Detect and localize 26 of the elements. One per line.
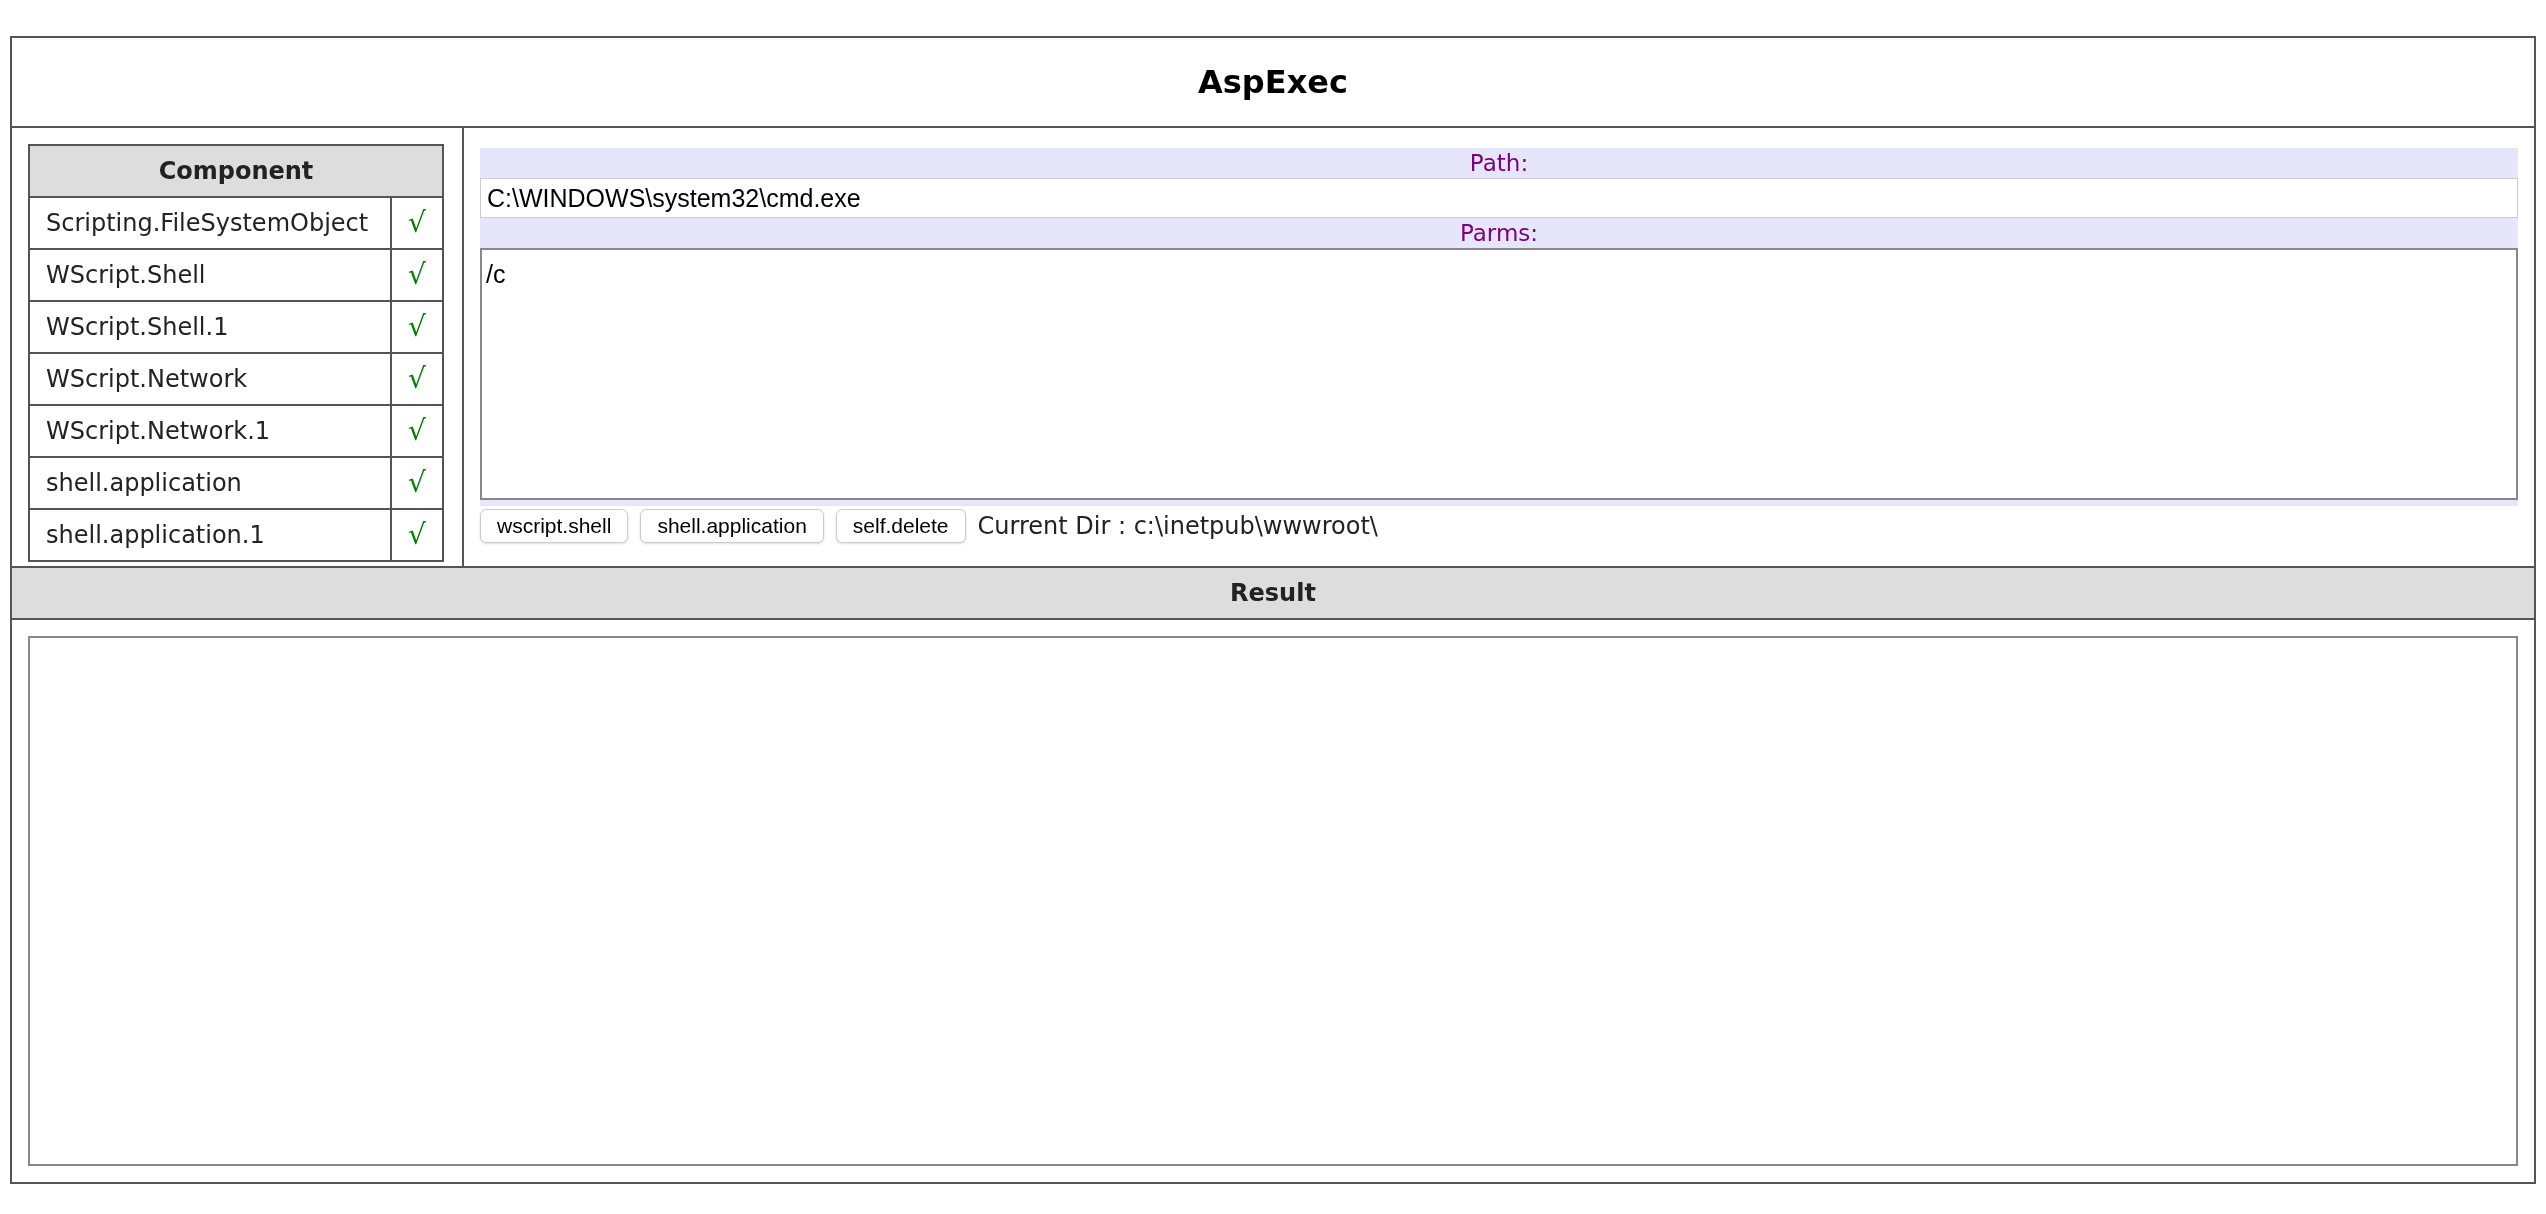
table-cell: WScript.Shell.1 (29, 301, 391, 353)
result-header: Result (12, 568, 2534, 620)
status-cell: √ (391, 509, 443, 561)
table-header: Component (29, 145, 443, 197)
table-cell: WScript.Shell (29, 249, 391, 301)
field-label: Path: (480, 148, 2518, 178)
result-field[interactable] (28, 636, 2518, 1166)
action-button[interactable]: self.delete (835, 509, 966, 543)
parms-field[interactable]: /c (480, 248, 2518, 500)
field-label: Parms: (480, 218, 2518, 248)
status-cell: √ (391, 249, 443, 301)
status-cell: √ (391, 457, 443, 509)
table-cell: shell.application.1 (29, 509, 391, 561)
current-dir-text: Current Dir : c:\inetpub\wwwroot\ (977, 511, 1378, 542)
table-cell: WScript.Network.1 (29, 405, 391, 457)
action-button[interactable]: shell.application (640, 509, 824, 543)
path-field[interactable]: C:\WINDOWS\system32\cmd.exe (480, 178, 2518, 218)
status-cell: √ (391, 197, 443, 249)
page-title: AspExec (1198, 62, 1348, 103)
table-cell: WScript.Network (29, 353, 391, 405)
table-cell: Scripting.FileSystemObject (29, 197, 391, 249)
status-cell: √ (391, 405, 443, 457)
status-cell: √ (391, 353, 443, 405)
status-cell: √ (391, 301, 443, 353)
action-button[interactable]: wscript.shell (480, 509, 629, 543)
table-cell: shell.application (29, 457, 391, 509)
